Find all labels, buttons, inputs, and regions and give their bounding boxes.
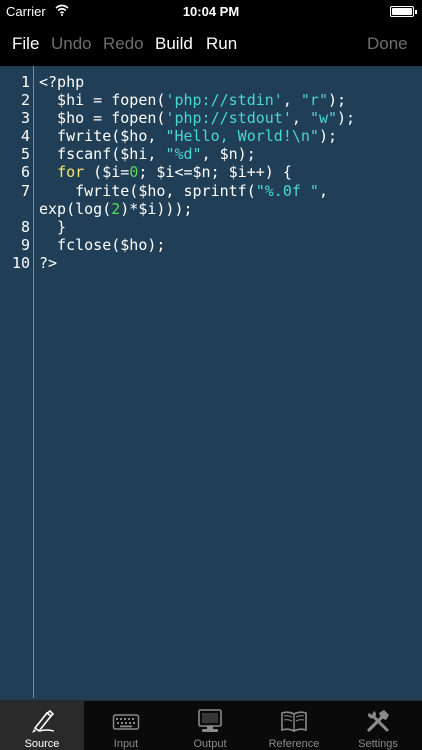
undo-button[interactable]: Undo xyxy=(51,34,92,54)
line-number: 2 xyxy=(20,91,30,110)
done-button[interactable]: Done xyxy=(367,34,408,54)
code-line: exp(log(2)*$i))); xyxy=(39,199,193,218)
tab-label: Reference xyxy=(268,738,320,750)
redo-button[interactable]: Redo xyxy=(103,34,144,54)
code-line: } xyxy=(39,217,67,236)
code-line: ?> xyxy=(39,253,58,272)
tab-label: Settings xyxy=(358,738,398,750)
line-numbers: 1 2 3 4 5 6 7 8 9 10 xyxy=(0,73,30,272)
line-number: 10 xyxy=(11,253,30,272)
tab-output[interactable]: Output xyxy=(168,701,252,750)
tab-reference[interactable]: Reference xyxy=(252,701,336,750)
status-bar: Carrier 10:04 PM xyxy=(0,0,422,22)
tools-icon xyxy=(367,710,389,732)
code-line: for ($i=0; $i<=$n; $i++) { xyxy=(57,163,292,182)
gutter-divider xyxy=(33,66,34,698)
battery-icon xyxy=(390,6,417,17)
tab-bar: Source Input Output Reference Settings xyxy=(0,700,422,750)
code-editor[interactable]: 1 2 3 4 5 6 7 8 9 10 <?php $hi = fopen('… xyxy=(0,66,422,698)
monitor-icon xyxy=(198,709,222,732)
tab-label: Output xyxy=(193,738,227,750)
line-number: 5 xyxy=(20,145,30,164)
line-number: 7 xyxy=(20,181,30,200)
code-line: fscanf($hi, "%d", $n); xyxy=(39,145,256,164)
tab-input[interactable]: Input xyxy=(84,701,168,750)
tab-source[interactable]: Source xyxy=(0,701,84,750)
clock: 10:04 PM xyxy=(182,4,240,19)
tab-label: Source xyxy=(24,738,60,750)
code-line: fwrite($ho, sprintf("%.0f ", xyxy=(39,181,328,200)
code-text[interactable]: <?php $hi = fopen('php://stdin', "r"); $… xyxy=(39,73,419,272)
line-number: 9 xyxy=(20,235,30,254)
keyboard-icon xyxy=(112,714,140,730)
line-number xyxy=(0,200,30,218)
line-number: 4 xyxy=(20,127,30,146)
toolbar: File Undo Redo Build Run Done xyxy=(0,22,422,66)
line-number: 3 xyxy=(20,109,30,128)
book-icon xyxy=(281,711,307,732)
line-number: 1 xyxy=(20,73,30,91)
tab-label: Input xyxy=(113,738,139,750)
line-number: 8 xyxy=(20,217,30,236)
code-line: <?php xyxy=(39,73,85,91)
code-line: fclose($ho); xyxy=(39,235,166,254)
code-line: $hi = fopen('php://stdin', "r"); xyxy=(39,91,347,110)
fountain-pen-icon xyxy=(32,709,55,733)
code-line: $ho = fopen('php://stdout', "w"); xyxy=(39,109,356,128)
file-button[interactable]: File xyxy=(12,34,39,54)
line-number: 6 xyxy=(20,163,30,182)
run-button[interactable]: Run xyxy=(206,34,237,54)
build-button[interactable]: Build xyxy=(155,34,193,54)
code-line: fwrite($ho, "Hello, World!\n"); xyxy=(39,127,338,146)
tab-settings[interactable]: Settings xyxy=(336,701,422,750)
